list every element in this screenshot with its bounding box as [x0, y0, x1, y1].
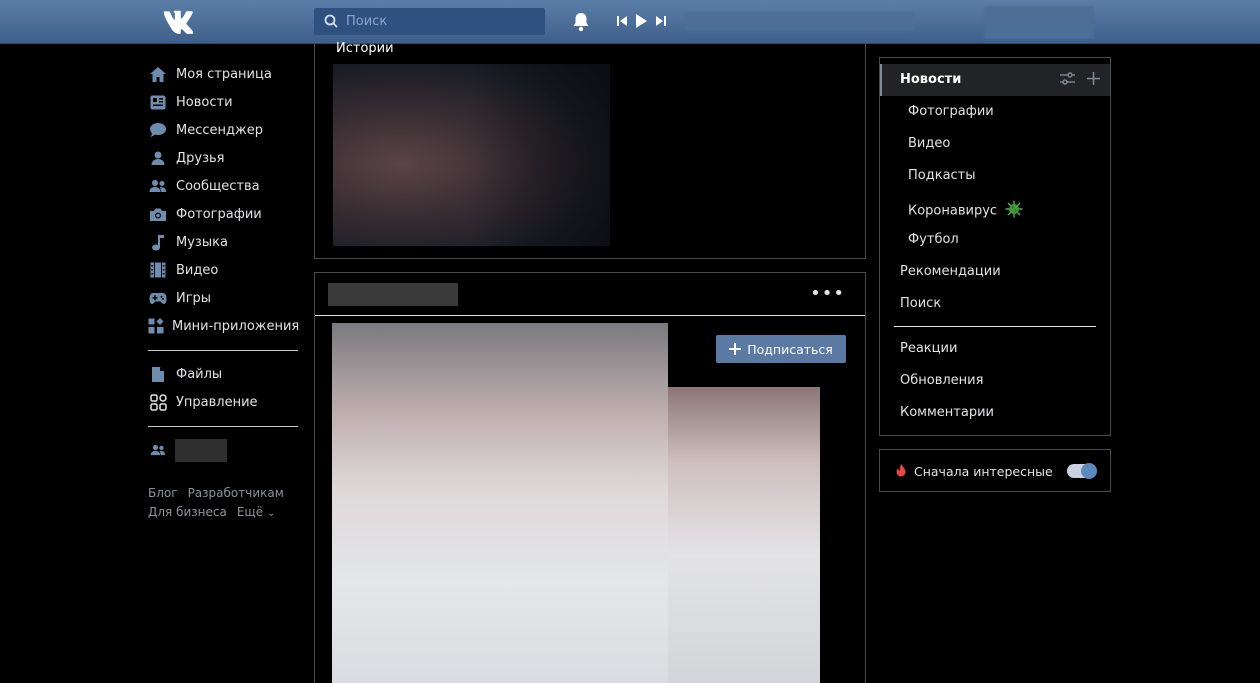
menu-item-coronavirus[interactable]: Коронавирус: [908, 200, 1023, 222]
previous-track-icon[interactable]: [617, 15, 627, 31]
menu-item-football[interactable]: Футбол: [908, 232, 959, 247]
post-image[interactable]: [332, 323, 820, 683]
menu-item-video[interactable]: Видео: [908, 136, 950, 151]
menu-item-podcasts[interactable]: Подкасты: [908, 168, 976, 183]
chevron-down-icon: ⌄: [267, 508, 276, 519]
music-icon: [148, 232, 168, 252]
stories-title: Истории: [336, 41, 394, 56]
nav-label: Новости: [176, 94, 233, 110]
nav-label: Мини-приложения: [172, 318, 300, 334]
messenger-icon: [148, 120, 168, 140]
play-icon[interactable]: [635, 13, 648, 33]
nav-label: Управление: [176, 394, 258, 410]
nav-item-photos[interactable]: Фотографии: [148, 200, 298, 228]
top-header: [0, 0, 1260, 44]
nav-label: Музыка: [176, 234, 228, 250]
post-divider: [315, 315, 865, 316]
toggle-knob: [1081, 463, 1097, 479]
interesting-first-block: Сначала интересные: [879, 449, 1111, 492]
story-thumbnail[interactable]: [333, 64, 610, 246]
nav-item-messenger[interactable]: Мессенджер: [148, 116, 298, 144]
apps-icon: [148, 316, 164, 336]
nav-label: Сообщества: [176, 178, 260, 194]
nav-item-files[interactable]: Файлы: [148, 360, 298, 388]
menu-item-search[interactable]: Поиск: [900, 296, 941, 311]
nav-item-manage[interactable]: Управление: [148, 388, 298, 416]
file-icon: [148, 364, 168, 384]
post-more-icon[interactable]: •••: [810, 283, 845, 304]
camera-icon: [148, 204, 168, 224]
menu-item-news-label: Новости: [900, 72, 962, 87]
menu-item-reactions[interactable]: Реакции: [900, 341, 957, 356]
group-name: [175, 438, 227, 462]
footer-link-blog[interactable]: Блог: [148, 486, 178, 500]
menu-item-comments[interactable]: Комментарии: [900, 405, 994, 420]
news-icon: [148, 92, 168, 112]
subscribe-button[interactable]: Подписаться: [716, 335, 846, 363]
settings-sliders-icon[interactable]: [1060, 72, 1075, 89]
footer-link-more[interactable]: Ещё ⌄: [237, 505, 276, 519]
footer-link-developers[interactable]: Разработчикам: [188, 486, 284, 500]
nav-label: Друзья: [176, 150, 225, 166]
communities-icon: [148, 440, 168, 460]
communities-icon: [148, 176, 168, 196]
nav-label: Мессенджер: [176, 122, 263, 138]
interesting-first-label: Сначала интересные: [914, 464, 1053, 479]
search-icon: [324, 14, 338, 28]
gamepad-icon: [148, 288, 168, 308]
nav-label: Файлы: [176, 366, 223, 382]
feed-post: ••• Подписаться: [314, 272, 866, 683]
left-sidebar: Моя страница Новости Мессенджер Друзья С…: [148, 60, 300, 464]
footer-links: Блог Разработчикам Для бизнеса Ещё ⌄: [148, 484, 308, 523]
news-filter-menu: Новости Фотографии Видео Подкасты Корона…: [879, 57, 1111, 436]
nav-item-music[interactable]: Музыка: [148, 228, 298, 256]
nav-divider: [148, 350, 298, 351]
menu-item-coronavirus-label: Коронавирус: [908, 203, 998, 219]
nav-item-communities[interactable]: Сообщества: [148, 172, 298, 200]
audio-player-controls: [617, 13, 666, 33]
post-author[interactable]: [328, 283, 458, 306]
next-track-icon[interactable]: [656, 15, 666, 31]
menu-item-photos[interactable]: Фотографии: [908, 104, 994, 119]
nav-label: Фотографии: [176, 206, 262, 222]
search-input[interactable]: [346, 8, 541, 35]
menu-item-updates[interactable]: Обновления: [900, 373, 983, 388]
plus-icon: [729, 343, 742, 355]
profile-menu[interactable]: [984, 6, 1094, 39]
nav-label: Моя страница: [176, 66, 272, 82]
manage-icon: [148, 392, 168, 412]
home-icon: [148, 64, 168, 84]
video-icon: [148, 260, 168, 280]
menu-item-news[interactable]: Новости: [880, 64, 1110, 96]
plus-icon[interactable]: [1087, 72, 1100, 89]
stories-block: Истории: [314, 41, 866, 259]
footer-link-more-label: Ещё: [236, 505, 264, 519]
nav-label: Игры: [176, 290, 212, 306]
post-image-part: [668, 387, 820, 683]
search-box[interactable]: [314, 8, 545, 35]
current-track-title[interactable]: [685, 12, 914, 31]
post-image-part: [332, 323, 668, 683]
fire-icon: [895, 463, 907, 482]
footer-link-business[interactable]: Для бизнеса: [148, 505, 227, 519]
nav-item-video[interactable]: Видео: [148, 256, 298, 284]
virus-icon: [1005, 200, 1023, 222]
nav-item-games[interactable]: Игры: [148, 284, 298, 312]
nav-item-my-page[interactable]: Моя страница: [148, 60, 298, 88]
nav-item-news[interactable]: Новости: [148, 88, 298, 116]
nav-item-mini-apps[interactable]: Мини-приложения: [148, 312, 300, 340]
nav-divider: [148, 426, 298, 427]
menu-divider: [894, 326, 1096, 327]
subscribe-label: Подписаться: [747, 341, 833, 357]
bell-icon[interactable]: [572, 12, 590, 36]
interesting-first-toggle[interactable]: [1067, 463, 1097, 479]
nav-item-group[interactable]: [148, 436, 298, 464]
nav-item-friends[interactable]: Друзья: [148, 144, 298, 172]
nav-label: Видео: [176, 262, 219, 278]
vk-logo-icon[interactable]: [160, 9, 200, 35]
menu-item-recommendations[interactable]: Рекомендации: [900, 264, 1001, 279]
friends-icon: [148, 148, 168, 168]
